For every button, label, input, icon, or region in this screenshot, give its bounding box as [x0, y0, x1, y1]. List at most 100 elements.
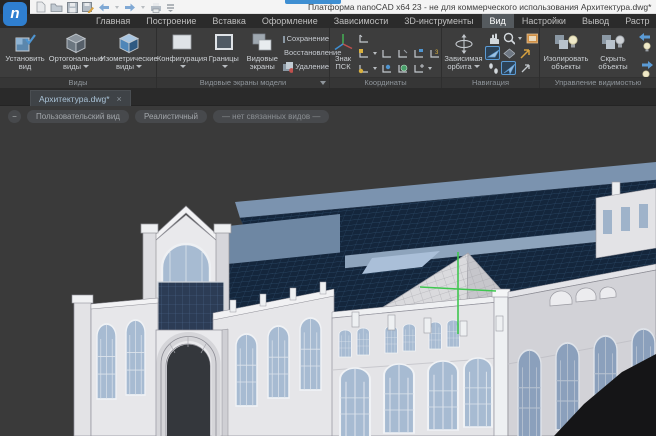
viewport-linked-views-control[interactable]: — нет связанных видов — — [213, 110, 329, 123]
ucs-zaxis-icon — [412, 62, 425, 75]
save-as-icon — [82, 1, 94, 13]
viewport-visual-style-control[interactable]: Реалистичный — [135, 110, 207, 123]
viewports-button[interactable]: Видовые экраны — [243, 29, 282, 76]
viewport-borders-icon — [212, 31, 236, 55]
tab-3d-instrumenty[interactable]: 3D-инструменты — [396, 14, 481, 28]
set-view-button[interactable]: Установить вид — [0, 29, 50, 76]
new-file-button[interactable] — [36, 1, 46, 13]
back-icon — [98, 3, 110, 12]
viewport-view-control[interactable]: Пользовательский вид — [27, 110, 129, 123]
save-button[interactable] — [67, 1, 78, 13]
viewport-controls: − Пользовательский вид Реалистичный — не… — [8, 110, 329, 123]
iso-views-button[interactable]: Изометрические виды — [102, 29, 156, 76]
zoom-dropdown-icon[interactable] — [518, 37, 522, 40]
ucs-origin-dropdown-icon[interactable] — [373, 67, 377, 70]
ribbon-group-visibility: Изолировать объекты Скрыть объекты Управ… — [540, 28, 656, 88]
back-dropdown-icon[interactable] — [115, 6, 119, 9]
group-title-views: Виды — [0, 77, 156, 88]
quick-access-toolbar — [36, 1, 175, 13]
customize-qat-button[interactable] — [166, 1, 175, 13]
ortho-views-button[interactable]: Ортогональные виды — [50, 29, 102, 76]
close-icon[interactable]: × — [117, 94, 122, 104]
paper-plane-icon — [502, 61, 515, 76]
ucs-face-icon: 3 — [428, 47, 441, 60]
set-view-icon — [13, 31, 37, 55]
walk-mode-button[interactable] — [485, 61, 500, 75]
ucs-sign-button[interactable]: Знак ПСК — [332, 29, 354, 76]
ucs-globe-icon — [396, 62, 409, 75]
next-view-button[interactable] — [517, 61, 532, 75]
viewport-menu-button[interactable]: − — [8, 110, 21, 123]
free-orbit-button[interactable] — [501, 61, 516, 75]
ucs-object-icon — [412, 47, 425, 60]
zoom-button[interactable] — [501, 31, 516, 45]
tab-glavnaya[interactable]: Главная — [88, 14, 138, 28]
tab-zavisimosti[interactable]: Зависимости — [326, 14, 397, 28]
viewport-save-icon — [282, 33, 285, 45]
save-as-button[interactable] — [82, 1, 94, 13]
ucs-named-dropdown-icon[interactable] — [373, 52, 377, 55]
viewport-save-button[interactable]: Сохранение — [282, 32, 329, 45]
tab-nastroyki[interactable]: Настройки — [514, 14, 574, 28]
dependent-orbit-button[interactable]: Зависимая орбита — [444, 29, 483, 76]
ucs-globe-button[interactable] — [395, 61, 410, 75]
ucs-zaxis-button[interactable] — [411, 61, 426, 75]
tab-rastr[interactable]: Растр — [617, 14, 656, 28]
hand-pan-icon — [486, 31, 499, 46]
ucs-face-button[interactable]: 3 — [427, 46, 442, 60]
window-title: Платформа nanoCAD x64 23 - не для коммер… — [308, 2, 651, 12]
group-dropdown-icon[interactable] — [320, 81, 326, 85]
ribbon-group-model-viewports: Конфигурация Границы Видовые экраны Сохр… — [157, 28, 330, 88]
nanocad-window: { "window": { "title": "Платформа nanoCA… — [0, 0, 656, 436]
viewport-restore-button[interactable]: Восстановление — [282, 46, 329, 59]
document-tab[interactable]: Архитектура.dwg* × — [30, 90, 131, 106]
hide-objects-button[interactable]: Скрыть объекты — [591, 29, 635, 76]
ucs-origin-icon — [357, 62, 370, 75]
ucs-object-button[interactable] — [411, 46, 426, 60]
isolate-objects-icon — [553, 31, 579, 55]
ucs-current-button[interactable] — [356, 31, 371, 45]
ucs-previous-button[interactable] — [379, 46, 394, 60]
hide-objects-icon — [600, 31, 626, 55]
pan-button[interactable] — [485, 31, 500, 45]
open-icon — [50, 2, 63, 13]
isolate-objects-button[interactable]: Изолировать объекты — [542, 29, 590, 76]
tab-oformlenie[interactable]: Оформление — [254, 14, 326, 28]
nanocad-logo[interactable]: n — [3, 2, 27, 26]
viewport-actions: Сохранение Восстановление Удаление — [282, 29, 329, 76]
end-isolation-button[interactable] — [638, 32, 654, 57]
fly-mode-button[interactable] — [485, 46, 500, 60]
ucs-icon — [357, 32, 370, 45]
show-motion-button[interactable] — [524, 31, 539, 45]
ucs-origin-button[interactable] — [356, 61, 371, 75]
undo-back-button[interactable] — [98, 1, 110, 13]
viewport-borders-button[interactable]: Границы — [205, 29, 243, 76]
tab-vstavka[interactable]: Вставка — [204, 14, 253, 28]
tab-postroenie[interactable]: Построение — [138, 14, 204, 28]
viewport-delete-icon — [282, 61, 293, 73]
mesh-view-button[interactable] — [501, 46, 516, 60]
group-title-visibility: Управление видимостью — [540, 77, 656, 88]
print-button[interactable] — [150, 1, 162, 13]
ribbon: Установить вид Ортогональные виды Изомет… — [0, 28, 656, 88]
group-title-coordinates: Координаты — [330, 77, 441, 88]
ucs-view-button[interactable] — [379, 61, 394, 75]
print-icon — [150, 2, 162, 13]
viewport-configuration-button[interactable]: Конфигурация — [159, 29, 205, 76]
ucs-named-button[interactable] — [356, 46, 371, 60]
forward-dropdown-icon[interactable] — [141, 6, 145, 9]
open-button[interactable] — [50, 1, 63, 13]
redo-forward-button[interactable] — [124, 1, 136, 13]
ucs-world-button[interactable] — [395, 46, 410, 60]
title-bar: Платформа nanoCAD x64 23 - не для коммер… — [0, 0, 656, 14]
ucs-zaxis-dropdown-icon[interactable] — [428, 67, 432, 70]
viewport-delete-button[interactable]: Удаление — [282, 60, 329, 73]
tab-vyvod[interactable]: Вывод — [574, 14, 617, 28]
previous-view-button[interactable] — [517, 46, 532, 60]
iso-views-icon — [117, 31, 141, 55]
save-icon — [67, 2, 78, 13]
viewport-canvas[interactable]: − Пользовательский вид Реалистичный — не… — [0, 106, 656, 436]
ucs-view-icon — [380, 62, 393, 75]
document-tab-bar: Архитектура.dwg* × — [0, 88, 656, 106]
tab-vid[interactable]: Вид — [482, 14, 514, 28]
